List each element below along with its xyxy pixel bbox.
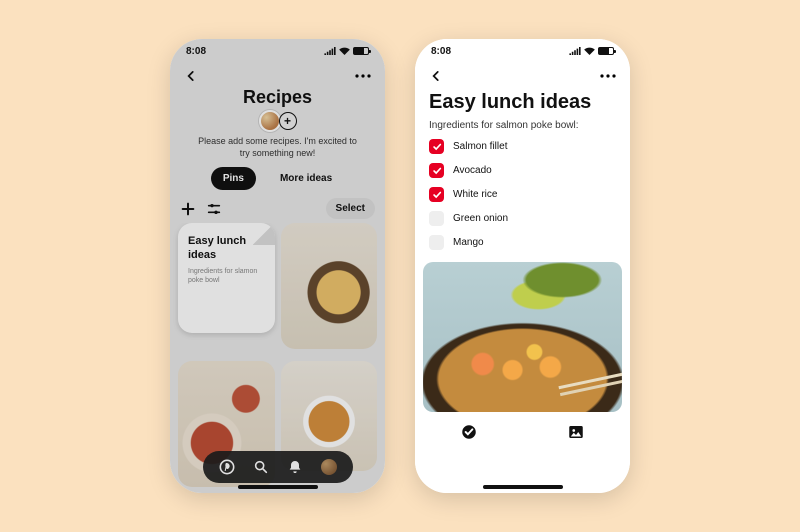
ingredient-label: Salmon fillet [453, 141, 507, 152]
phone-board-view: 8:08 Recipes + Please add some recipes. … [170, 39, 385, 493]
note-fold-icon [253, 223, 275, 245]
board-description: Please add some recipes. I'm excited to … [170, 132, 385, 167]
organize-button[interactable] [206, 201, 222, 217]
select-button[interactable]: Select [326, 198, 375, 219]
ingredient-label: White rice [453, 189, 497, 200]
more-options-button[interactable] [600, 74, 616, 78]
status-time: 8:08 [431, 46, 451, 57]
back-button[interactable] [184, 69, 198, 83]
add-collaborator-button[interactable]: + [279, 112, 297, 130]
tab-more-ideas[interactable]: More ideas [268, 167, 344, 190]
note-title: Easy lunch ideas [415, 89, 630, 120]
wifi-icon [339, 47, 350, 55]
collaborators-row[interactable]: + [170, 110, 385, 132]
checkbox[interactable] [429, 139, 444, 154]
profile-avatar[interactable] [321, 459, 337, 475]
status-icons [569, 47, 614, 55]
checkbox[interactable] [429, 211, 444, 226]
home-indicator [483, 485, 563, 489]
signal-icon [569, 47, 581, 55]
checklist-tool-icon[interactable] [460, 423, 478, 441]
chopsticks-icon [558, 372, 622, 389]
ingredient-item[interactable]: Mango [429, 235, 616, 250]
note-toolbar [415, 412, 630, 452]
signal-icon [324, 47, 336, 55]
board-tabs: Pins More ideas [170, 167, 385, 190]
note-pin-card[interactable]: Easy lunch ideas Ingredients for slamon … [178, 223, 275, 333]
avatar [259, 110, 281, 132]
phone-note-detail: 8:08 Easy lunch ideas Ingredients for sa… [415, 39, 630, 493]
image-tool-icon[interactable] [567, 423, 585, 441]
checkbox[interactable] [429, 187, 444, 202]
checkbox[interactable] [429, 235, 444, 250]
board-title: Recipes [170, 87, 385, 108]
tab-pins[interactable]: Pins [211, 167, 256, 190]
notifications-icon[interactable] [287, 459, 303, 475]
ingredient-item[interactable]: Salmon fillet [429, 139, 616, 154]
ingredient-label: Avocado [453, 165, 492, 176]
ingredients-list: Salmon fillet Avocado White rice Green o… [415, 139, 630, 250]
ingredient-label: Green onion [453, 213, 508, 224]
status-bar: 8:08 [415, 39, 630, 63]
battery-icon [598, 47, 614, 55]
note-hero-image[interactable] [423, 262, 622, 412]
more-options-button[interactable] [355, 74, 371, 78]
bottom-nav [203, 451, 353, 483]
status-icons [324, 47, 369, 55]
status-bar: 8:08 [170, 39, 385, 63]
search-icon[interactable] [253, 459, 269, 475]
note-subtitle: Ingredients for salmon poke bowl: [415, 120, 630, 139]
checkbox[interactable] [429, 163, 444, 178]
home-indicator [238, 485, 318, 489]
ingredient-item[interactable]: Avocado [429, 163, 616, 178]
battery-icon [353, 47, 369, 55]
add-pin-button[interactable] [180, 201, 196, 217]
back-button[interactable] [429, 69, 443, 83]
pinterest-logo-icon[interactable] [219, 459, 235, 475]
ingredient-item[interactable]: White rice [429, 187, 616, 202]
note-subtitle: Ingredients for slamon poke bowl [188, 267, 265, 285]
ingredient-label: Mango [453, 237, 484, 248]
ingredient-item[interactable]: Green onion [429, 211, 616, 226]
status-time: 8:08 [186, 46, 206, 57]
pin-image[interactable] [281, 223, 378, 349]
wifi-icon [584, 47, 595, 55]
